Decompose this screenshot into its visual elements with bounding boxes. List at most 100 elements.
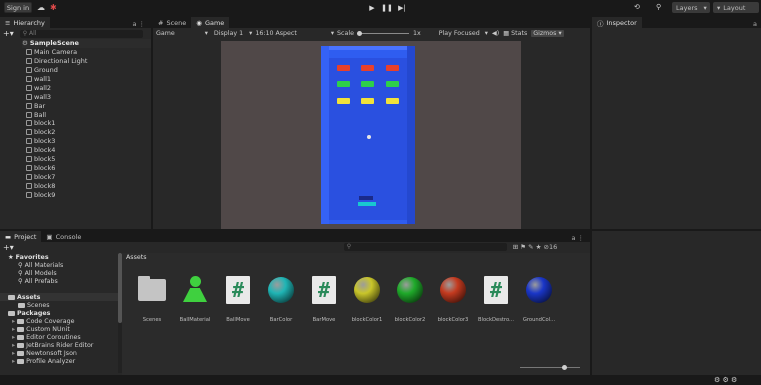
package-item[interactable]: ▸ Profile Analyzer (0, 357, 118, 365)
block5 (361, 81, 374, 87)
favorites-header[interactable]: ★ Favorites (0, 253, 118, 261)
audio-icon[interactable]: ◀) (492, 30, 499, 37)
search-icon[interactable]: ⚲ (656, 3, 666, 13)
asset-item[interactable]: GroundCol... (521, 273, 557, 328)
hierarchy-item[interactable]: block2 (26, 128, 151, 137)
hierarchy-item[interactable]: block9 (26, 190, 151, 199)
package-label: Custom NUnit (26, 325, 70, 333)
packages-folder[interactable]: Packages (0, 309, 118, 317)
favorite-item[interactable]: ⚲ All Materials (0, 261, 118, 269)
asset-item[interactable]: # BarMove (306, 273, 342, 328)
gizmos-button[interactable]: Gizmos ▾ (531, 29, 564, 37)
asset-item[interactable]: Scenes (134, 273, 170, 328)
hierarchy-item-label: block5 (34, 155, 56, 164)
asset-item[interactable]: BarColor (263, 273, 299, 328)
hierarchy-item[interactable]: wall1 (26, 75, 151, 84)
grid-icon: # (158, 18, 164, 27)
favorite-item[interactable]: ⚲ All Models (0, 269, 118, 277)
tab-hierarchy[interactable]: ≡ Hierarchy (0, 17, 50, 28)
tab-inspector[interactable]: ⓘ Inspector (592, 17, 642, 28)
play-icon[interactable]: ▶ (366, 3, 378, 13)
search-icon: ⚲ (18, 269, 23, 277)
hierarchy-item-label: block2 (34, 128, 56, 137)
layout-dropdown[interactable]: ▾ Layout (713, 2, 759, 13)
hierarchy-item[interactable]: block1 (26, 119, 151, 128)
aspect-dropdown[interactable]: 16:10 Aspect (255, 30, 297, 37)
asset-item[interactable]: # BallMove (220, 273, 256, 328)
status-icons[interactable]: ⚙ ⚙ ⚙ (714, 376, 737, 384)
lock-icon[interactable]: a ⋮ (132, 20, 151, 28)
hierarchy-item[interactable]: Ground (26, 66, 151, 75)
cube-icon (26, 76, 32, 82)
cube-icon (26, 49, 32, 56)
asset-item[interactable]: blockColor3 (435, 273, 471, 328)
hierarchy-item[interactable]: Bar (26, 101, 151, 110)
lock-icon[interactable]: a (753, 20, 761, 28)
assets-folder[interactable]: Assets (0, 293, 118, 301)
favorite-item[interactable]: ⚲ All Prefabs (0, 277, 118, 285)
collab-icon[interactable]: ✱ (50, 2, 60, 13)
package-item[interactable]: ▸ JetBrains Rider Editor (0, 341, 118, 349)
asset-item[interactable]: # BlockDestro... (478, 273, 514, 328)
hierarchy-item[interactable]: Directional Light (26, 57, 151, 66)
cube-icon (26, 84, 32, 91)
hierarchy-item[interactable]: block8 (26, 181, 151, 190)
package-item[interactable]: ▸ Editor Coroutines (0, 333, 118, 341)
add-icon[interactable]: +▾ (3, 29, 14, 38)
favorites-list: ⚲ All Materials ⚲ All Models ⚲ All Prefabs (0, 261, 118, 285)
hierarchy-item[interactable]: block6 (26, 163, 151, 172)
asset-item[interactable]: BallMaterial (177, 273, 213, 328)
assets-subfolder[interactable]: Scenes (0, 301, 118, 309)
history-icon[interactable]: ⟲ (634, 3, 644, 13)
game-mode-dropdown[interactable]: Game (156, 30, 175, 37)
cloud-icon[interactable]: ☁ (37, 3, 47, 12)
wall-top (321, 46, 415, 50)
hierarchy-item[interactable]: block5 (26, 155, 151, 164)
asset-item[interactable]: blockColor2 (392, 273, 428, 328)
tab-console[interactable]: ▣ Console (41, 231, 86, 242)
hierarchy-item[interactable]: Ball (26, 110, 151, 119)
package-item[interactable]: ▸ Custom NUnit (0, 325, 118, 333)
tab-game[interactable]: ◉ Game (191, 17, 230, 28)
tab-scene[interactable]: # Scene (153, 17, 191, 28)
chevron-down-icon: ▾ (330, 29, 335, 37)
package-item[interactable]: ▸ Newtonsoft Json (0, 349, 118, 357)
hierarchy-item[interactable]: Main Camera (26, 48, 151, 57)
cube-icon (26, 102, 32, 109)
lock-icon[interactable]: a ⋮ (571, 234, 590, 242)
hierarchy-item[interactable]: block4 (26, 146, 151, 155)
scale-slider[interactable] (356, 30, 409, 36)
hierarchy-search-bar: +▾ ⚲ All (0, 28, 151, 39)
scene-root[interactable]: ⚙ SampleScene (22, 39, 151, 48)
hierarchy-item[interactable]: wall3 (26, 92, 151, 101)
hierarchy-item-label: Ball (34, 110, 47, 119)
filter-icons[interactable]: ⊞ ⚑ ✎ ★ ⊘16 (513, 243, 558, 251)
package-item[interactable]: ▸ Code Coverage (0, 317, 118, 325)
unity-scene-icon: ⚙ (22, 39, 28, 48)
display-dropdown[interactable]: Display 1 (214, 30, 243, 37)
asset-item[interactable]: blockColor1 (349, 273, 385, 328)
block2 (361, 65, 374, 71)
layers-dropdown[interactable]: Layers ▾ (672, 2, 710, 13)
project-search-input[interactable]: ⚲ (343, 243, 507, 251)
breadcrumb[interactable]: Assets (122, 253, 590, 261)
step-icon[interactable]: ▶| (396, 3, 408, 13)
hierarchy-search-input[interactable]: ⚲ All (19, 29, 143, 38)
cube-icon (26, 191, 32, 198)
slider-thumb[interactable] (562, 365, 567, 370)
slider-thumb[interactable] (356, 30, 362, 36)
play-focused-dropdown[interactable]: Play Focused (439, 30, 480, 37)
tab-project[interactable]: ▬ Project (0, 231, 42, 242)
sign-in-button[interactable]: Sign in (4, 2, 32, 13)
pause-icon[interactable]: ❚❚ (381, 3, 393, 13)
hierarchy-item[interactable]: wall2 (26, 83, 151, 92)
hierarchy-item[interactable]: block3 (26, 137, 151, 146)
game-panel: # Scene ◉ Game Game ▾ Display 1 ▾ 16:10 … (153, 17, 590, 229)
stats-button[interactable]: Stats (511, 30, 527, 37)
hierarchy-item[interactable]: block7 (26, 172, 151, 181)
search-placeholder: All (29, 29, 37, 37)
game-viewport[interactable] (221, 41, 521, 229)
icon-size-slider[interactable] (520, 365, 580, 370)
add-icon[interactable]: +▾ (3, 243, 14, 252)
folder-icon (8, 310, 15, 316)
